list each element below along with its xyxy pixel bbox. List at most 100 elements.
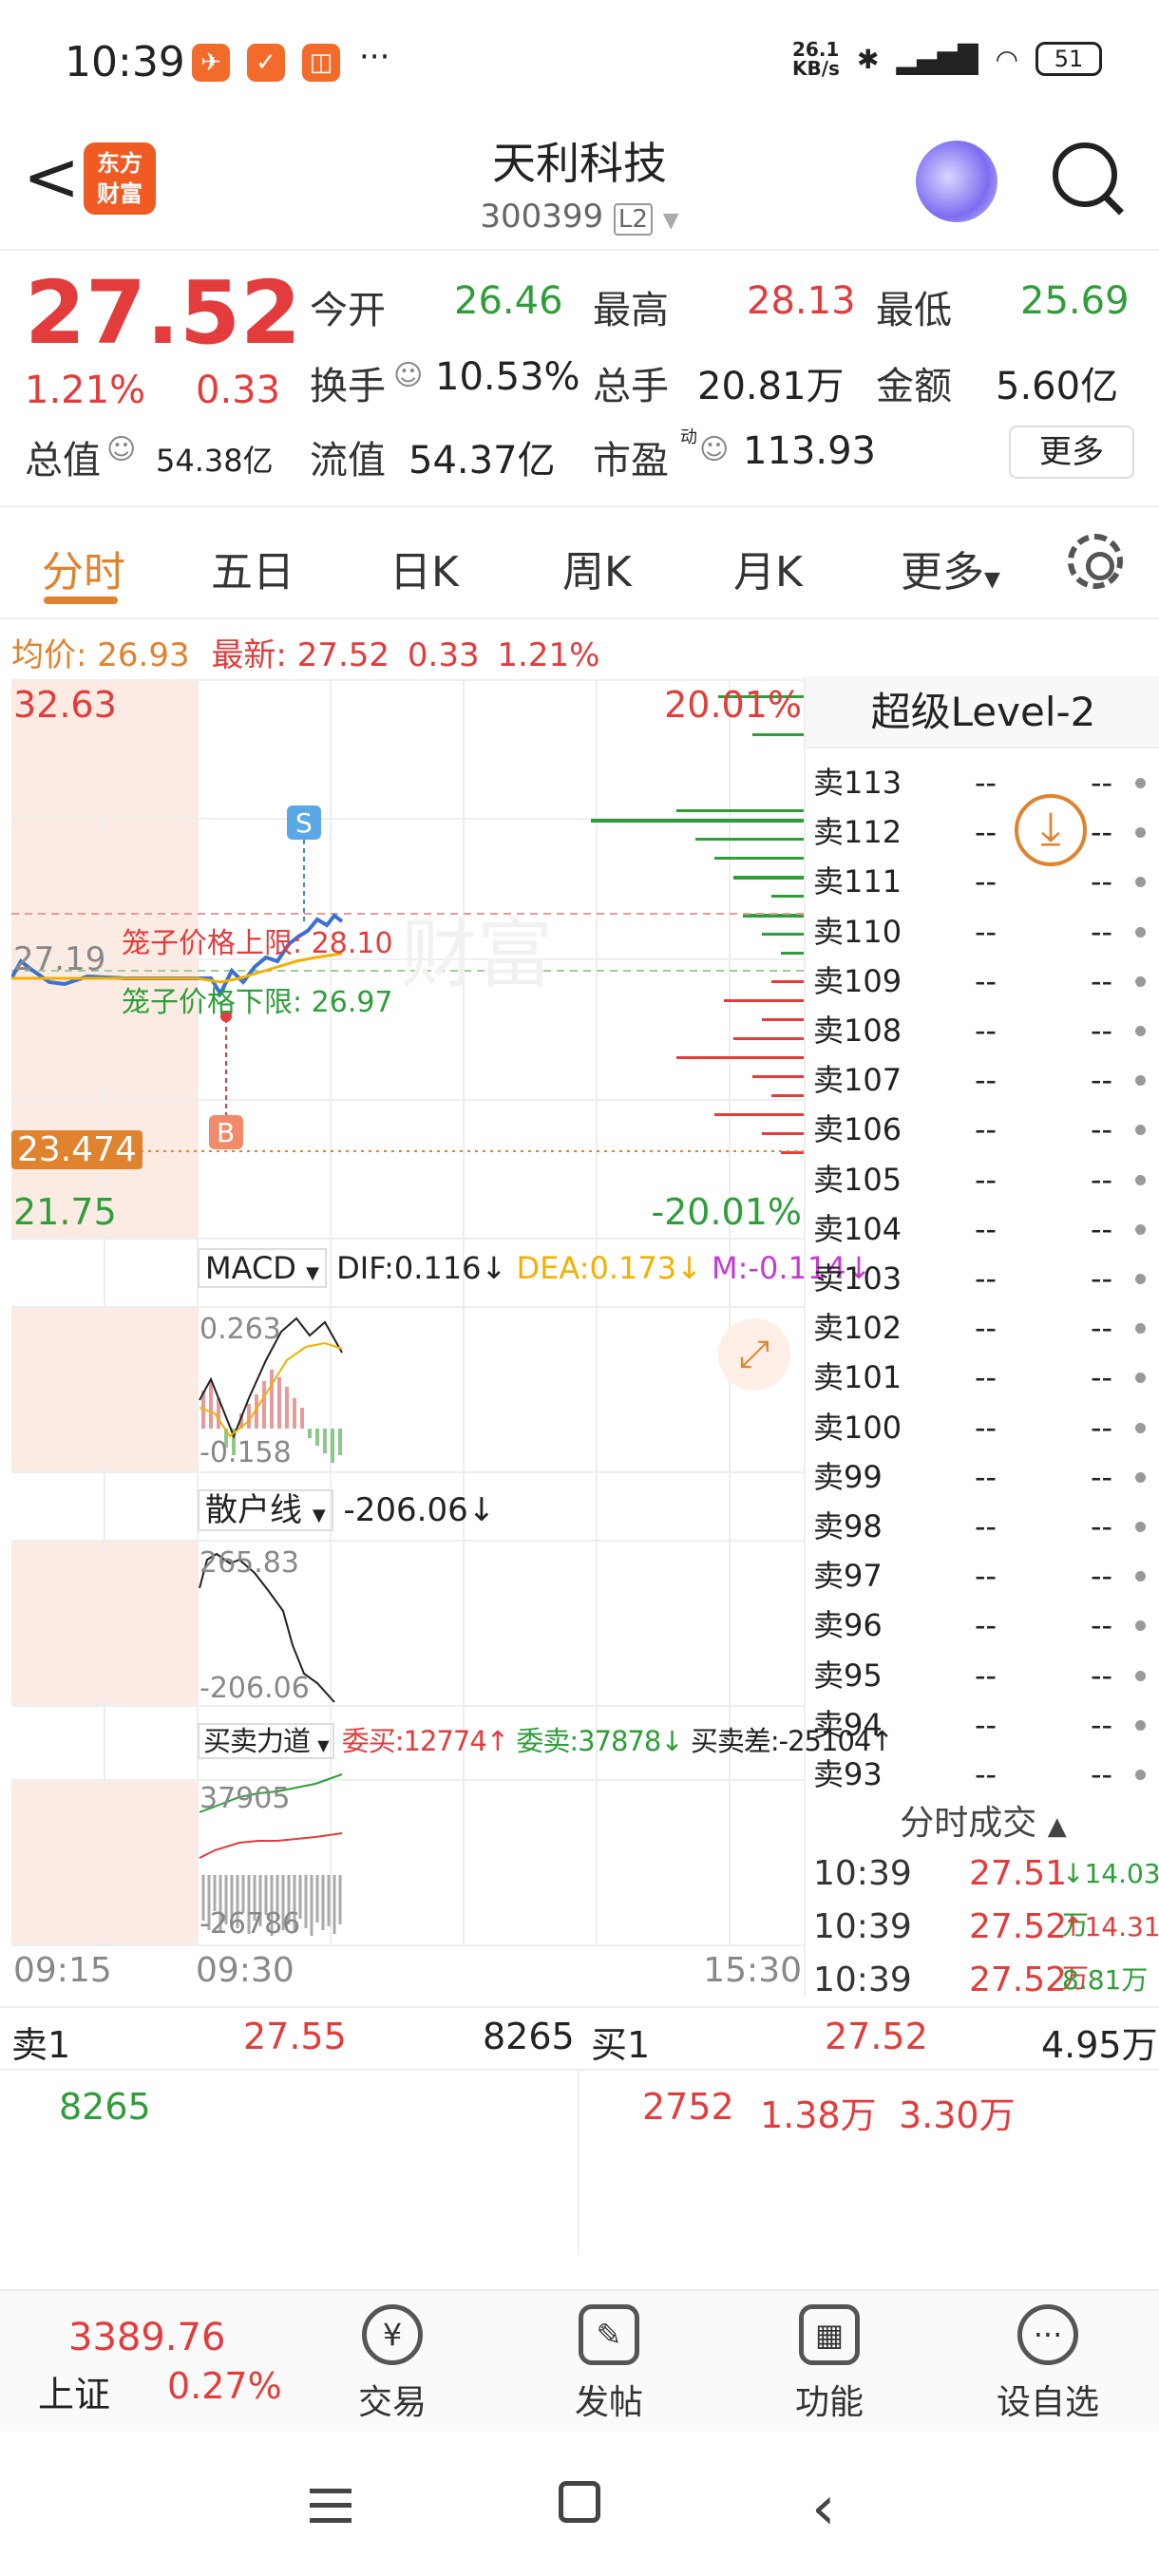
sell-row[interactable]: 卖110 -- -- bbox=[806, 907, 1159, 957]
sell-level-label: 卖108 bbox=[813, 1013, 902, 1049]
sell-row[interactable]: 卖97 -- -- bbox=[806, 1551, 1159, 1601]
tab-week-k[interactable]: 周K bbox=[562, 538, 632, 598]
chart-bottom-price: 21.75 bbox=[13, 1191, 117, 1233]
watermark: 财富 bbox=[401, 910, 553, 998]
recent-apps-icon[interactable] bbox=[310, 2489, 352, 2523]
sell-level-label: 卖94 bbox=[813, 1706, 883, 1743]
sell-level-label: 卖110 bbox=[813, 913, 902, 950]
tab-more[interactable]: 更多▼ bbox=[901, 538, 1000, 598]
sell-row[interactable]: 卖93 -- -- bbox=[806, 1750, 1159, 1799]
sell-row[interactable]: 卖96 -- -- bbox=[806, 1601, 1159, 1650]
mktcap-value: 54.38亿 bbox=[156, 443, 274, 479]
deal-row: 10:39 27.52 ↑14.31万 bbox=[813, 1902, 1159, 1994]
dot-icon bbox=[1135, 778, 1146, 788]
nav-trade[interactable]: ¥ 交易 bbox=[321, 2304, 464, 2424]
level2-pane: 超级Level-2 卖113 -- -- 卖112 -- -- 卖111 -- -- 卖110 --… bbox=[804, 676, 1159, 1999]
tab-day-k[interactable]: 日K bbox=[390, 538, 459, 598]
tab-five-day[interactable]: 五日 bbox=[211, 538, 294, 598]
settings-gear-icon[interactable] bbox=[1068, 534, 1123, 589]
sell-row[interactable]: 卖95 -- -- bbox=[806, 1651, 1159, 1700]
sell-row[interactable]: 卖99 -- -- bbox=[806, 1452, 1159, 1502]
sell-row[interactable]: 卖109 -- -- bbox=[806, 957, 1159, 1006]
sell-volume: -- bbox=[1091, 1161, 1113, 1198]
sell-volume: -- bbox=[1091, 1359, 1113, 1396]
dot-icon bbox=[1135, 1125, 1146, 1136]
cage-upper-value: 28.10 bbox=[311, 927, 393, 960]
level2-title[interactable]: 超级Level-2 bbox=[806, 676, 1159, 748]
sell-level-label: 卖107 bbox=[813, 1062, 902, 1099]
sell-volume: -- bbox=[1091, 1458, 1113, 1495]
retail-bottom: -206.06 bbox=[200, 1672, 310, 1705]
force-selector[interactable]: 买卖力道 ▼ bbox=[198, 1723, 334, 1759]
sell-row[interactable]: 卖102 -- -- bbox=[806, 1303, 1159, 1353]
home-icon[interactable] bbox=[559, 2481, 600, 2523]
dot-icon bbox=[1135, 1719, 1146, 1731]
bluetooth-icon: ✱ bbox=[856, 43, 880, 75]
dot-icon bbox=[1135, 1274, 1146, 1284]
sell-level-label: 卖95 bbox=[813, 1657, 883, 1694]
sell-row[interactable]: 卖100 -- -- bbox=[806, 1403, 1159, 1452]
macd-selector[interactable]: MACD ▼ bbox=[198, 1248, 327, 1288]
tab-month-k[interactable]: 月K bbox=[733, 538, 803, 598]
retail-selector[interactable]: 散户线 ▼ bbox=[198, 1489, 333, 1531]
system-back-icon[interactable]: ‹ bbox=[811, 2473, 836, 2544]
sell-row[interactable]: 卖104 -- -- bbox=[806, 1204, 1159, 1254]
retail-header: 散户线 ▼ -206.06↓ bbox=[198, 1484, 495, 1531]
info-icon[interactable]: ☺ bbox=[393, 359, 423, 392]
more-notifications-icon: ··· bbox=[359, 38, 390, 76]
index-pct[interactable]: 0.27% bbox=[167, 2365, 282, 2407]
expand-icon[interactable]: ⤢ bbox=[718, 1318, 790, 1391]
more-button[interactable]: 更多 bbox=[1009, 426, 1134, 479]
sell-row[interactable]: 卖113 -- -- bbox=[806, 758, 1159, 807]
chevron-down-icon: ▼ bbox=[984, 568, 1000, 592]
sell-level-label: 卖101 bbox=[813, 1359, 902, 1396]
sell-price: -- bbox=[975, 814, 998, 851]
status-right: 26.1 KB/s ✱ ▂▄▆█ ◠ 51 bbox=[792, 40, 1102, 78]
chevron-down-icon: ▼ bbox=[317, 1736, 329, 1754]
sell-row[interactable]: 卖101 -- -- bbox=[806, 1353, 1159, 1402]
volume-value: 20.81万 bbox=[697, 365, 845, 408]
sell-row[interactable]: 卖103 -- -- bbox=[806, 1254, 1159, 1303]
sell-level-label: 卖106 bbox=[813, 1111, 902, 1148]
deals-header[interactable]: 分时成交 ▲ bbox=[806, 1795, 1159, 1845]
robot-assistant-icon[interactable] bbox=[916, 141, 998, 222]
sell-volume: -- bbox=[1091, 1756, 1113, 1792]
s1-label: 卖1 bbox=[11, 2024, 71, 2066]
index-name[interactable]: 上证 bbox=[38, 2365, 110, 2417]
sell-price: -- bbox=[975, 962, 998, 999]
sell-price: -- bbox=[975, 1508, 998, 1544]
sell-volume: -- bbox=[1091, 1558, 1113, 1595]
sell-row[interactable]: 卖108 -- -- bbox=[806, 1006, 1159, 1055]
sell-row[interactable]: 卖106 -- -- bbox=[806, 1105, 1159, 1154]
sell-row[interactable]: 卖112 -- -- bbox=[806, 807, 1159, 857]
pe-label: 市盈 bbox=[593, 439, 669, 483]
intraday-chart[interactable]: 财富 S B 32.63 20.01% 27.19 笼子价格上限: 28.10 … bbox=[10, 676, 894, 1990]
sell-row[interactable]: 卖94 -- -- bbox=[806, 1700, 1159, 1750]
sell-row[interactable]: 卖107 -- -- bbox=[806, 1055, 1159, 1105]
nav-post[interactable]: ✎ 发帖 bbox=[538, 2304, 680, 2424]
sell-row[interactable]: 卖105 -- -- bbox=[806, 1155, 1159, 1204]
info-icon[interactable]: ☺ bbox=[106, 433, 136, 466]
search-icon[interactable] bbox=[1053, 142, 1117, 207]
quote-divider bbox=[0, 505, 1159, 507]
latest-pct: 1.21% bbox=[497, 636, 600, 674]
tab-intraday[interactable]: 分时 bbox=[42, 538, 125, 598]
sell-level-label: 卖99 bbox=[813, 1458, 883, 1495]
force-bottom: -26786 bbox=[200, 1907, 301, 1941]
sell-row[interactable]: 卖111 -- -- bbox=[806, 857, 1159, 906]
right-row2-a: 2752 bbox=[642, 2086, 734, 2128]
sell-volume: -- bbox=[1091, 765, 1113, 801]
index-value[interactable]: 3389.76 bbox=[68, 2316, 225, 2359]
edit-icon: ✎ bbox=[579, 2304, 639, 2365]
bottom-nav: 3389.76 上证 0.27% ¥ 交易 ✎ 发帖 ▦ 功能 ··· 设自选 bbox=[0, 2289, 1159, 2432]
nav-functions[interactable]: ▦ 功能 bbox=[758, 2304, 901, 2424]
grid-icon: ▦ bbox=[799, 2304, 860, 2365]
nav-add-watchlist[interactable]: ··· 设自选 bbox=[977, 2304, 1119, 2424]
deal-time: 10:39 bbox=[813, 1960, 912, 1999]
status-time: 10:39 bbox=[65, 38, 185, 86]
sell-row[interactable]: 卖98 -- -- bbox=[806, 1502, 1159, 1551]
download-icon[interactable]: ⤓ bbox=[1015, 794, 1087, 866]
chart-bottom-pct: -20.01% bbox=[651, 1191, 802, 1233]
macd-top: 0.263 bbox=[200, 1313, 281, 1346]
info-icon[interactable]: ☺ bbox=[699, 433, 729, 466]
